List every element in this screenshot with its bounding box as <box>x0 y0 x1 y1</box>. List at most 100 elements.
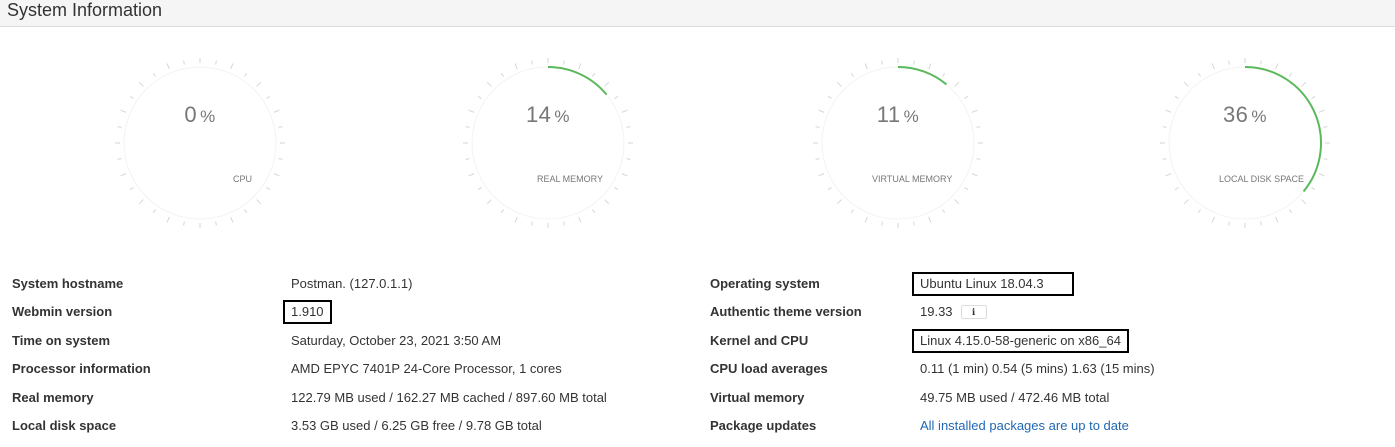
gauge-tick <box>1311 95 1316 99</box>
cpu-gauge: 0% CPU <box>115 58 285 228</box>
gauge-tick <box>1260 221 1262 226</box>
gauge-tick <box>592 209 596 214</box>
gauge-tick <box>477 187 482 191</box>
gauge-tick <box>626 158 631 160</box>
gauge-tick <box>1260 60 1262 65</box>
gauge-tick <box>815 158 820 160</box>
gauge-tick <box>1211 63 1215 70</box>
gauge-tick <box>531 221 533 226</box>
gauge-tick <box>614 187 619 191</box>
gauge-tick <box>881 221 883 226</box>
gauge-tick <box>1301 199 1307 205</box>
gauge-tick <box>117 158 122 160</box>
gauge-tick <box>1228 221 1230 226</box>
gauge-tick <box>1174 95 1179 99</box>
gauge-tick <box>578 63 582 70</box>
gauge-tick <box>1165 173 1172 177</box>
virtual-memory-gauge-value: 11 <box>876 102 901 127</box>
gauge-tick <box>1323 158 1328 160</box>
gauge-tick <box>1183 81 1189 87</box>
gauge-tick <box>152 72 156 77</box>
virtual-memory-gauge-percent-sign: % <box>903 107 920 126</box>
gauge-tick <box>138 199 144 205</box>
gauge-tick <box>273 173 280 177</box>
processor-information-value: AMD EPYC 7401P 24-Core Processor, 1 core… <box>291 361 562 376</box>
gauge-tick <box>468 173 475 177</box>
gauge-tick <box>465 158 470 160</box>
gauge-tick <box>881 60 883 65</box>
gauge-tick <box>864 63 868 70</box>
time-on-system-label: Time on system <box>12 333 111 348</box>
virtual-memory-gauge-label: VIRTUAL MEMORY <box>872 174 953 184</box>
gauge-tick <box>183 221 185 226</box>
operating-system-label: Operating system <box>710 276 820 291</box>
gauge-tick <box>592 72 596 77</box>
virtual-memory-gauge-dial <box>813 58 983 228</box>
gauge-tick <box>152 209 156 214</box>
gauge-tick <box>1228 60 1230 65</box>
real-memory-gauge-value: 14 <box>525 102 552 127</box>
processor-information-label: Processor information <box>12 361 151 376</box>
gauge-tick <box>850 72 854 77</box>
real-memory-gauge-dial <box>463 58 633 228</box>
system-hostname-label: System hostname <box>12 276 124 291</box>
local-disk-space-label: Local disk space <box>12 418 117 433</box>
gauge-tick <box>531 60 533 65</box>
local-disk-space-gauge-label: LOCAL DISK SPACE <box>1219 174 1305 184</box>
gauge-tick <box>604 81 610 87</box>
system-hostname-value: Postman. (127.0.1.1) <box>291 276 413 291</box>
gauge-tick <box>563 221 565 226</box>
gauge-tick <box>1318 173 1325 177</box>
gauge-tick <box>928 63 932 70</box>
gauge-tick <box>500 209 504 214</box>
gauge-value-arc <box>897 66 948 86</box>
gauge-tick <box>266 187 271 191</box>
cpu-load-averages-value: 0.11 (1 min) 0.54 (5 mins) 1.63 (15 mins… <box>920 361 1155 376</box>
authentic-theme-version-value: 19.33 <box>920 304 953 319</box>
gauge-tick <box>942 72 946 77</box>
local-disk-space-gauge: 36% LOCAL DISK SPACE <box>1160 58 1330 228</box>
gauge-tick <box>486 199 492 205</box>
gauge-tick <box>138 81 144 87</box>
gauge-tick <box>183 60 185 65</box>
virtual-memory-value: 49.75 MB used / 472.46 MB total <box>920 390 1110 405</box>
time-on-system-value[interactable]: Saturday, October 23, 2021 3:50 AM <box>291 333 501 349</box>
local-disk-space-gauge-dial <box>1160 58 1330 228</box>
package-updates-link[interactable]: All installed packages are up to date <box>920 418 1129 434</box>
kernel-and-cpu-value: Linux 4.15.0-58-generic on x86_64 <box>912 329 1129 353</box>
cpu-gauge-dial <box>115 58 285 228</box>
gauge-tick <box>818 173 825 177</box>
gauge-tick <box>1183 199 1189 205</box>
page-title: System Information <box>7 0 163 20</box>
gauge-tick <box>1174 187 1179 191</box>
gauge-tick <box>614 95 619 99</box>
local-disk-space-gauge-value: 36 <box>1222 102 1249 127</box>
webmin-version-label: Webmin version <box>12 304 113 319</box>
info-icon[interactable]: ℹ <box>960 304 987 319</box>
gauge-tick <box>266 95 271 99</box>
real-memory-value: 122.79 MB used / 162.27 MB cached / 897.… <box>291 390 607 405</box>
operating-system-value: Ubuntu Linux 18.04.3 <box>912 272 1074 296</box>
cpu-gauge-label: CPU <box>233 174 253 184</box>
authentic-theme-version-row: 19.33 ℹ <box>920 304 987 320</box>
gauge-tick <box>244 72 248 77</box>
gauge-tick <box>166 216 170 223</box>
gauge-tick <box>486 81 492 87</box>
cpu-gauge-percent-sign: % <box>200 107 216 126</box>
real-memory-gauge: 14% REAL MEMORY <box>463 58 633 228</box>
gauge-tick <box>215 221 217 226</box>
gauge-tick <box>166 63 170 70</box>
gauge-tick <box>913 60 915 65</box>
gauge-tick <box>913 221 915 226</box>
gauge-tick <box>1311 187 1316 191</box>
gauge-tick <box>1289 72 1293 77</box>
local-disk-space-value: 3.53 GB used / 6.25 GB free / 9.78 GB to… <box>291 418 542 433</box>
gauge-value-arc <box>1244 66 1322 193</box>
gauge-tick <box>621 173 628 177</box>
real-memory-gauge-percent-sign: % <box>554 107 571 126</box>
gauge-tick <box>477 95 482 99</box>
gauge-tick <box>230 63 234 70</box>
gauge-tick <box>976 158 981 160</box>
gauge-tick <box>1275 216 1279 223</box>
webmin-version-value: 1.910 <box>283 300 332 324</box>
